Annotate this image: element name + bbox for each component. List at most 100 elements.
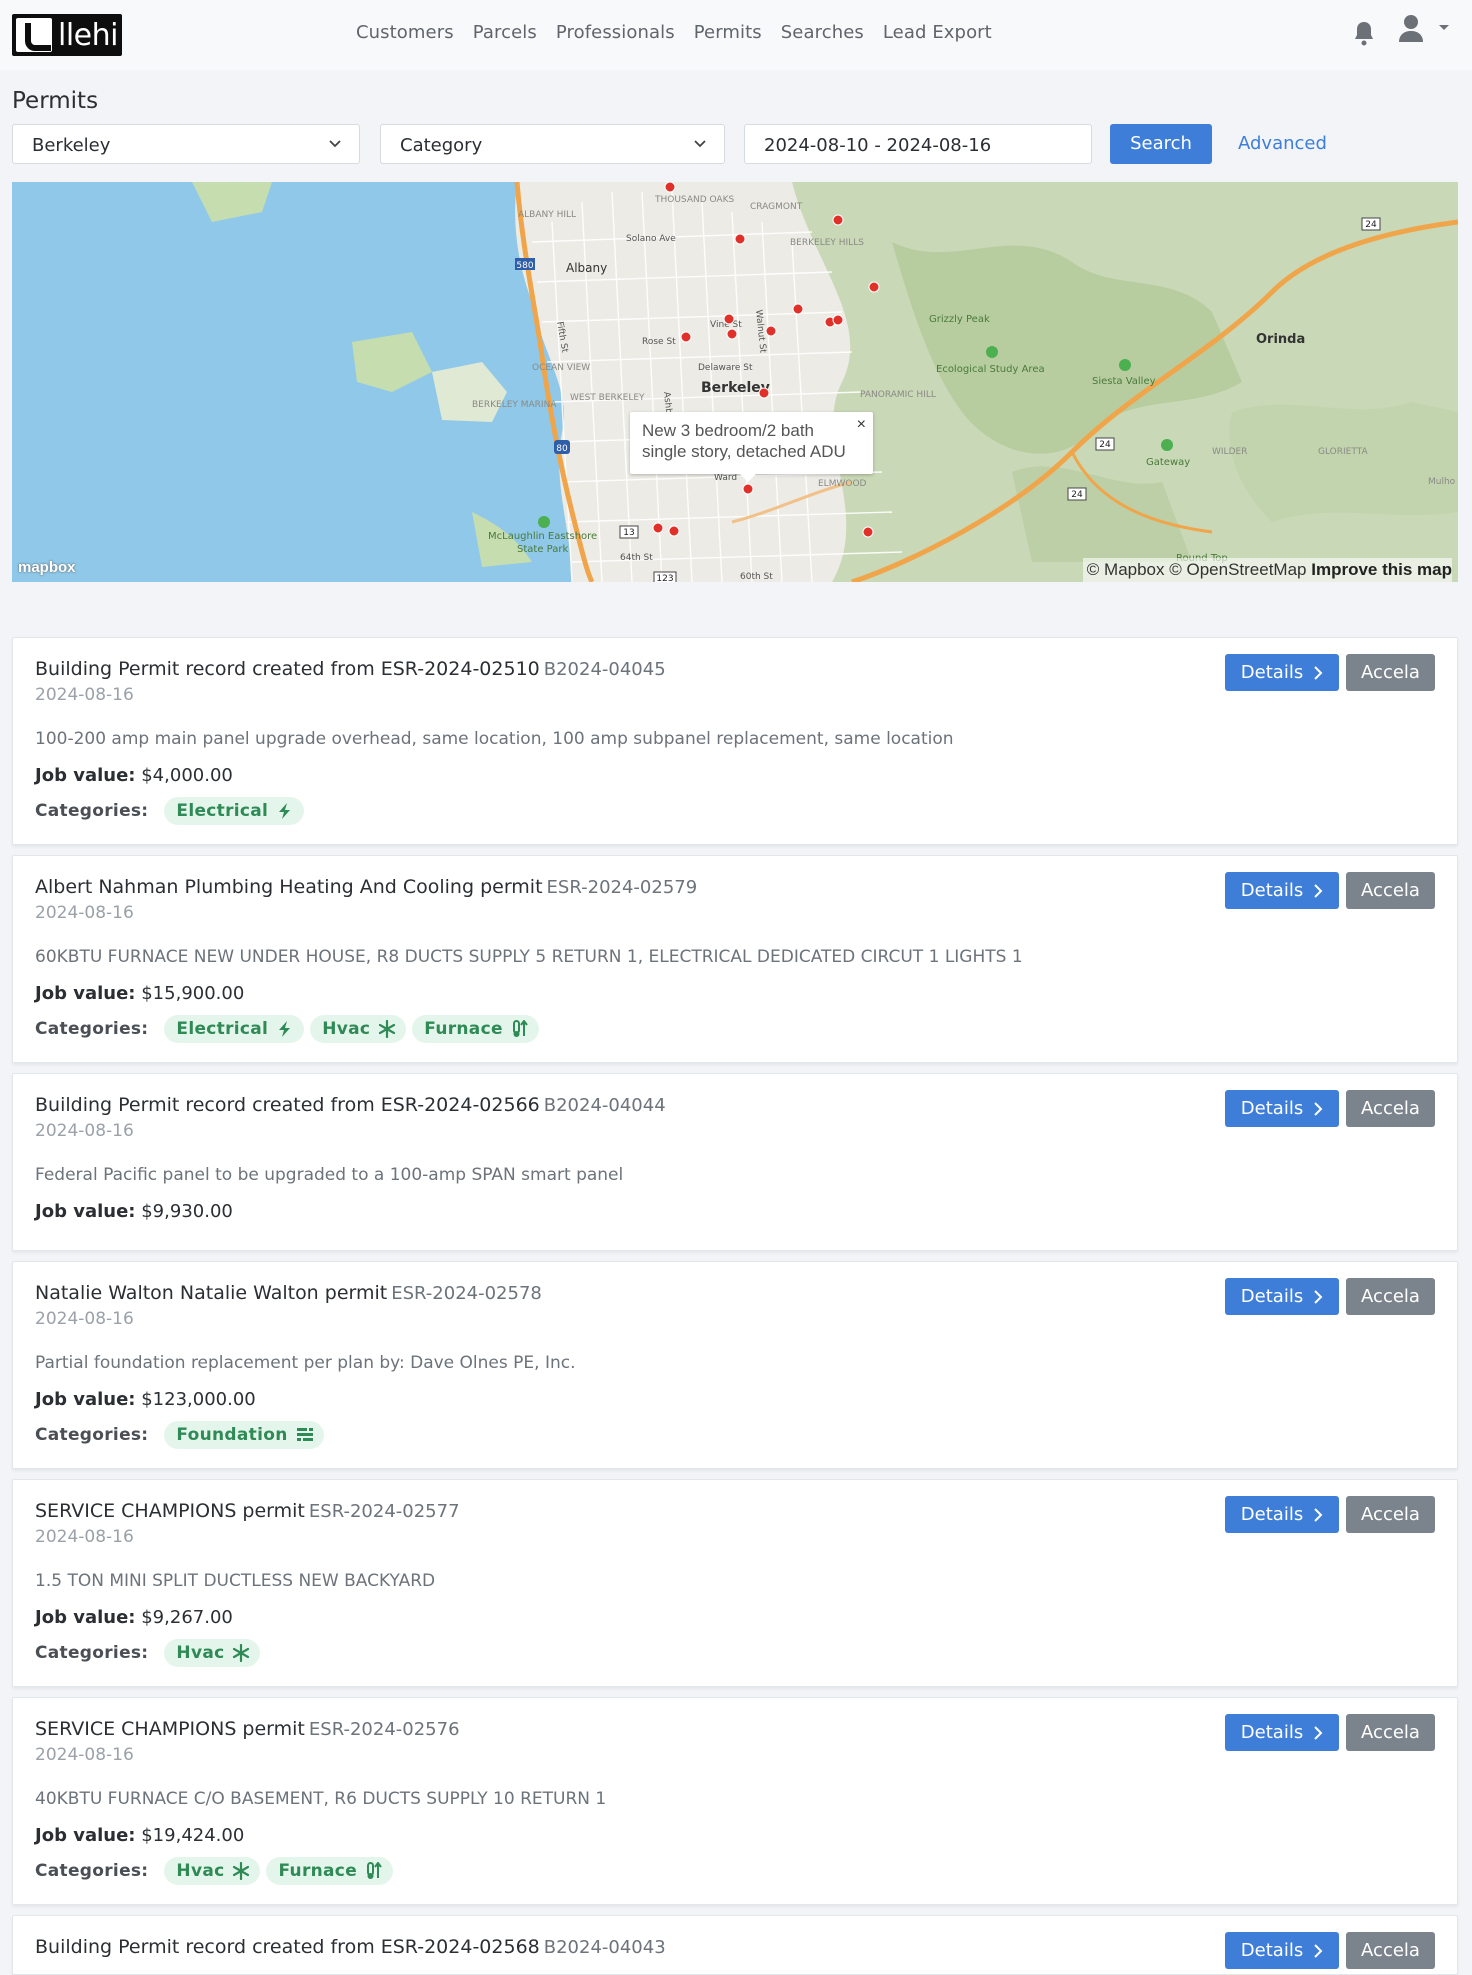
chevron-right-icon xyxy=(1314,665,1323,680)
permit-title-text: SERVICE CHAMPIONS permit xyxy=(35,1500,305,1522)
popup-text-line2: single story, detached ADU xyxy=(642,442,846,461)
category-select[interactable]: Category xyxy=(380,124,725,164)
map-popup: × New 3 bedroom/2 bath single story, det… xyxy=(630,412,873,482)
map-label-mulho: Mulho xyxy=(1428,477,1456,487)
accela-button[interactable]: Accela xyxy=(1346,1090,1435,1127)
map-label-rose-st: Rose St xyxy=(642,337,676,347)
map-label-albany-hill: ALBANY HILL xyxy=(518,210,576,220)
job-value-amount: $123,000.00 xyxy=(141,1389,256,1410)
job-value-label: Job value: xyxy=(35,1201,136,1222)
permit-title: Building Permit record created from ESR-… xyxy=(35,1936,666,1958)
permit-title-text: Building Permit record created from ESR-… xyxy=(35,1936,540,1958)
permit-marker[interactable] xyxy=(742,483,754,495)
permit-marker[interactable] xyxy=(792,303,804,315)
logo-mark-icon xyxy=(16,18,52,52)
job-value-label: Job value: xyxy=(35,1825,136,1846)
badge-label: Hvac xyxy=(322,1019,371,1039)
details-button[interactable]: Details xyxy=(1225,654,1339,691)
accela-button[interactable]: Accela xyxy=(1346,1278,1435,1315)
permit-title-text: Building Permit record created from ESR-… xyxy=(35,658,540,680)
permit-marker[interactable] xyxy=(734,233,746,245)
map-label-60th-st: 60th St xyxy=(740,572,773,582)
permit-card: Building Permit record created from ESR-… xyxy=(12,1915,1458,1975)
nav-parcels[interactable]: Parcels xyxy=(473,22,537,43)
category-badge-electrical: Electrical xyxy=(164,1015,305,1043)
category-select-value: Category xyxy=(400,135,483,156)
advanced-link[interactable]: Advanced xyxy=(1238,133,1327,154)
permit-card: Building Permit record created from ESR-… xyxy=(12,1073,1458,1251)
details-button[interactable]: Details xyxy=(1225,872,1339,909)
job-value-amount: $19,424.00 xyxy=(141,1825,245,1846)
chevron-right-icon xyxy=(1314,1725,1323,1740)
chevron-right-icon xyxy=(1314,1943,1323,1958)
page-title: Permits xyxy=(12,88,99,114)
permit-marker[interactable] xyxy=(862,526,874,538)
map-label-mclaughlin-2: State Park xyxy=(517,544,568,555)
improve-map-link[interactable]: Improve this map xyxy=(1311,560,1452,579)
map-label-elmwood: ELMWOOD xyxy=(818,479,867,489)
user-icon[interactable] xyxy=(1398,14,1424,44)
permit-marker[interactable] xyxy=(832,214,844,226)
permit-card: Natalie Walton Natalie Walton permit ESR-… xyxy=(12,1261,1458,1469)
nav-permits[interactable]: Permits xyxy=(694,22,762,43)
details-label: Details xyxy=(1240,1940,1304,1961)
nav-customers[interactable]: Customers xyxy=(356,22,454,43)
badge-label: Foundation xyxy=(176,1425,288,1445)
snowflake-icon xyxy=(233,1644,250,1662)
accela-button[interactable]: Accela xyxy=(1346,1932,1435,1969)
permit-record-number: ESR-2024-02579 xyxy=(546,877,698,898)
mapbox-logo[interactable]: mapbox xyxy=(18,559,76,576)
nav-searches[interactable]: Searches xyxy=(781,22,864,43)
permit-marker[interactable] xyxy=(664,182,676,193)
permit-title: Building Permit record created from ESR-… xyxy=(35,658,666,680)
nav-professionals[interactable]: Professionals xyxy=(556,22,675,43)
category-badge-hvac: Hvac xyxy=(310,1015,407,1043)
accela-button[interactable]: Accela xyxy=(1346,872,1435,909)
details-button[interactable]: Details xyxy=(1225,1932,1339,1969)
permit-marker[interactable] xyxy=(668,525,680,537)
thermometer-fire-icon xyxy=(512,1020,528,1037)
job-value: Job value: $4,000.00 xyxy=(35,765,233,786)
map-label-cragmont: CRAGMONT xyxy=(750,202,803,212)
map-label-hw-13: 13 xyxy=(623,528,634,538)
accela-button[interactable]: Accela xyxy=(1346,654,1435,691)
permit-marker[interactable] xyxy=(723,313,735,325)
accela-button[interactable]: Accela xyxy=(1346,1496,1435,1533)
details-button[interactable]: Details xyxy=(1225,1496,1339,1533)
details-button[interactable]: Details xyxy=(1225,1278,1339,1315)
permit-title: Building Permit record created from ESR-… xyxy=(35,1094,666,1116)
permit-marker[interactable] xyxy=(726,328,738,340)
map-canvas[interactable]: 580 80 24 24 24 13 123 Albany Berkeley O… xyxy=(12,182,1458,582)
map-label-hw-24b: 24 xyxy=(1099,440,1111,450)
caret-down-icon[interactable] xyxy=(1438,24,1450,32)
nav-lead-export[interactable]: Lead Export xyxy=(883,22,992,43)
attribution-text[interactable]: © Mapbox © OpenStreetMap xyxy=(1087,560,1307,579)
city-select[interactable]: Berkeley xyxy=(12,124,360,164)
permits-map[interactable]: 580 80 24 24 24 13 123 Albany Berkeley O… xyxy=(12,182,1458,582)
search-button[interactable]: Search xyxy=(1110,124,1212,164)
permit-marker[interactable] xyxy=(680,331,692,343)
permit-date: 2024-08-16 xyxy=(35,1121,134,1141)
categories-label: Categories: xyxy=(35,1425,149,1445)
permit-marker[interactable] xyxy=(868,281,880,293)
categories-label: Categories: xyxy=(35,1861,149,1881)
details-button[interactable]: Details xyxy=(1225,1714,1339,1751)
categories-label: Categories: xyxy=(35,1643,149,1663)
job-value: Job value: $123,000.00 xyxy=(35,1389,256,1410)
bell-icon[interactable] xyxy=(1352,20,1376,46)
category-badge-hvac: Hvac xyxy=(164,1857,261,1885)
categories-label: Categories: xyxy=(35,801,149,821)
date-range-input[interactable]: 2024-08-10 - 2024-08-16 xyxy=(744,124,1092,164)
popup-close-icon[interactable]: × xyxy=(857,414,866,435)
permit-marker[interactable] xyxy=(758,387,770,399)
map-label-hw-123: 123 xyxy=(656,574,673,582)
details-button[interactable]: Details xyxy=(1225,1090,1339,1127)
accela-button[interactable]: Accela xyxy=(1346,1714,1435,1751)
details-label: Details xyxy=(1240,1098,1304,1119)
permit-marker[interactable] xyxy=(765,325,777,337)
permit-marker[interactable] xyxy=(652,522,664,534)
brand-logo[interactable]: llehi xyxy=(12,14,122,56)
category-badge-electrical: Electrical xyxy=(164,797,305,825)
categories: Categories: Hvac xyxy=(35,1638,266,1668)
permit-marker[interactable] xyxy=(832,314,844,326)
